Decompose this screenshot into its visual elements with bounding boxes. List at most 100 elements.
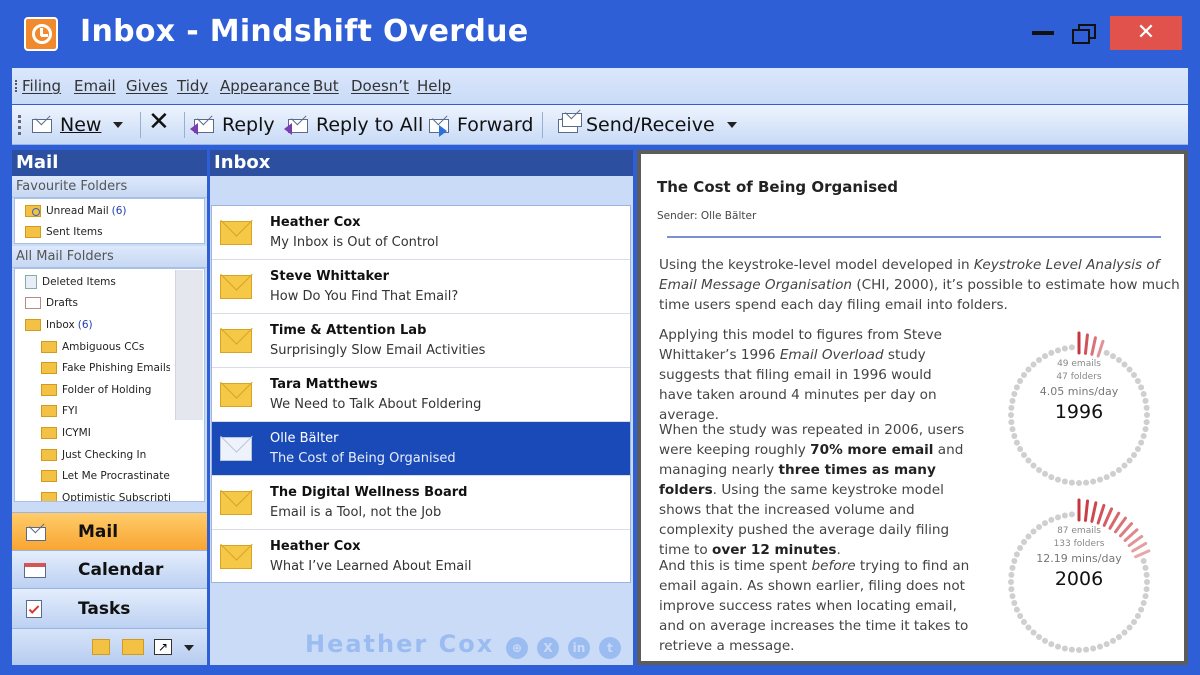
send-receive-button[interactable]: Send/Receive [556, 111, 737, 139]
folder-deleted-items[interactable]: Deleted Items [25, 271, 170, 293]
ring-1996-label: 49 emails 47 folders 4.05 mins/day 1996 [1019, 358, 1139, 424]
minute-dot [1103, 641, 1110, 648]
minute-dot [1042, 470, 1048, 477]
reading-pane: The Cost of Being Organised Sender: Olle… [637, 150, 1188, 665]
forward-button[interactable]: Forward [427, 111, 533, 139]
menu-email[interactable]: Email [74, 77, 116, 95]
delete-button[interactable]: ✕ [148, 107, 170, 137]
minute-dot [1142, 426, 1149, 433]
nav-tasks-button[interactable]: Tasks [12, 588, 207, 628]
minute-dot [1121, 629, 1128, 636]
menu-gives[interactable]: Gives [126, 77, 168, 95]
minimize-button[interactable] [1032, 31, 1054, 35]
minute-dot [1138, 606, 1145, 613]
menu-appearance[interactable]: Appearance [220, 77, 310, 95]
message-row[interactable]: The Digital Wellness Board Email is a To… [212, 476, 630, 530]
folder-list-icon[interactable] [122, 639, 144, 655]
folder-unread-mail[interactable]: Unread Mail (6) [25, 200, 204, 222]
minute-dot [1103, 349, 1110, 356]
folder-ambiguous-ccs[interactable]: Ambiguous CCs [25, 336, 170, 358]
minute-dot [1008, 419, 1015, 426]
message-row-selected[interactable]: Olle Bälter The Cost of Being Organised [212, 422, 630, 476]
minute-dot [1097, 476, 1104, 483]
chevron-down-icon[interactable] [726, 122, 737, 128]
minute-dot [1110, 637, 1116, 644]
linkedin-icon[interactable]: in [568, 637, 590, 659]
folder-icymi[interactable]: ICYMI [25, 422, 170, 444]
twitter-icon[interactable]: t [599, 637, 621, 659]
menu-help[interactable]: Help [417, 77, 451, 95]
minute-dot [1011, 600, 1018, 607]
folder-optimistic-subscriptions[interactable]: Optimistic Subscriptions [25, 487, 170, 501]
minute-dot [1126, 457, 1133, 464]
minute-dot [1011, 390, 1018, 397]
menu-grip[interactable] [15, 80, 17, 92]
minute-dot [1068, 344, 1075, 351]
minute-dot [1068, 479, 1075, 486]
configure-buttons-icon[interactable] [184, 645, 194, 651]
drafts-pencil-icon [25, 297, 41, 310]
menu-tidy[interactable]: Tidy [177, 77, 208, 95]
shortcuts-icon[interactable]: ↗ [154, 639, 172, 655]
recycle-bin-icon [25, 274, 37, 289]
restore-button[interactable] [1072, 24, 1098, 44]
favourite-folders-header[interactable]: Favourite Folders [12, 176, 207, 198]
filing-minute-tick [1090, 336, 1097, 356]
reply-all-button[interactable]: Reply to All [284, 111, 423, 139]
inbox-list-pane: Inbox Heather Cox My Inbox is Out of Con… [210, 150, 633, 665]
folder-icon [41, 448, 57, 461]
chevron-down-icon[interactable] [113, 122, 124, 128]
all-mail-folders-header[interactable]: All Mail Folders [12, 246, 207, 268]
title-bar: Inbox - Mindshift Overdue ✕ [0, 0, 1200, 66]
folder-fake-phishing[interactable]: Fake Phishing Emails [25, 357, 170, 379]
folder-icon [41, 362, 57, 375]
minute-dot [1030, 462, 1037, 469]
menu-filing[interactable]: Filing [22, 77, 61, 95]
ring-2006-rate: 12.19 mins/day [1036, 552, 1122, 565]
folder-of-holding[interactable]: Folder of Holding [25, 379, 170, 401]
folder-icon [41, 405, 57, 418]
folder-inbox[interactable]: Inbox (6) [25, 314, 170, 336]
nav-calendar-button[interactable]: Calendar [12, 550, 207, 588]
unread-envelope-icon [220, 545, 252, 569]
minute-dot [1042, 637, 1048, 644]
minute-dot [1083, 479, 1090, 486]
reply-button[interactable]: Reply [190, 111, 275, 139]
nav-mail-button[interactable]: Mail [12, 512, 207, 550]
folder-scrollbar[interactable] [175, 270, 203, 420]
message-row[interactable]: Heather Cox What I’ve Learned About Emai… [212, 530, 630, 584]
message-row[interactable]: Time & Attention Lab Surprisingly Slow E… [212, 314, 630, 368]
ring-1996-rate: 4.05 mins/day [1039, 385, 1119, 398]
message-row[interactable]: Tara Matthews We Need to Talk About Fold… [212, 368, 630, 422]
menu-doesnt[interactable]: Doesn’t [351, 77, 409, 95]
toolbar-grip[interactable] [18, 115, 21, 135]
folder-drafts[interactable]: Drafts [25, 293, 170, 315]
minute-dot [1025, 624, 1032, 631]
ring-1996-folders: 47 folders [1056, 372, 1102, 382]
reply-icon [190, 115, 216, 135]
minute-dot [1061, 512, 1068, 519]
web-icon[interactable]: ⊕ [506, 637, 528, 659]
minute-dot [1144, 579, 1150, 585]
menu-but[interactable]: But [313, 77, 339, 95]
nav-footer: ↗ [12, 628, 207, 665]
minute-dot [1134, 446, 1141, 452]
x-social-icon[interactable]: X [537, 637, 559, 659]
minute-dot [1009, 593, 1016, 600]
message-row[interactable]: Steve Whittaker How Do You Find That Ema… [212, 260, 630, 314]
reply-all-icon [284, 115, 310, 135]
notes-icon[interactable] [92, 639, 110, 655]
folder-icon [41, 470, 57, 483]
folder-let-me-procrastinate[interactable]: Let Me Procrastinate [25, 465, 170, 487]
folder-fyi[interactable]: FYI [25, 401, 170, 423]
folder-icon [41, 426, 57, 439]
calendar-icon [24, 561, 46, 579]
unread-envelope-icon [220, 383, 252, 407]
close-button[interactable]: ✕ [1110, 16, 1182, 50]
folder-just-checking-in[interactable]: Just Checking In [25, 444, 170, 466]
mail-icon [24, 523, 46, 541]
folder-sent-items[interactable]: Sent Items [25, 222, 204, 244]
message-row[interactable]: Heather Cox My Inbox is Out of Control [212, 206, 630, 260]
new-button[interactable]: New [30, 111, 124, 139]
ring-2006-year: 2006 [1054, 568, 1104, 590]
